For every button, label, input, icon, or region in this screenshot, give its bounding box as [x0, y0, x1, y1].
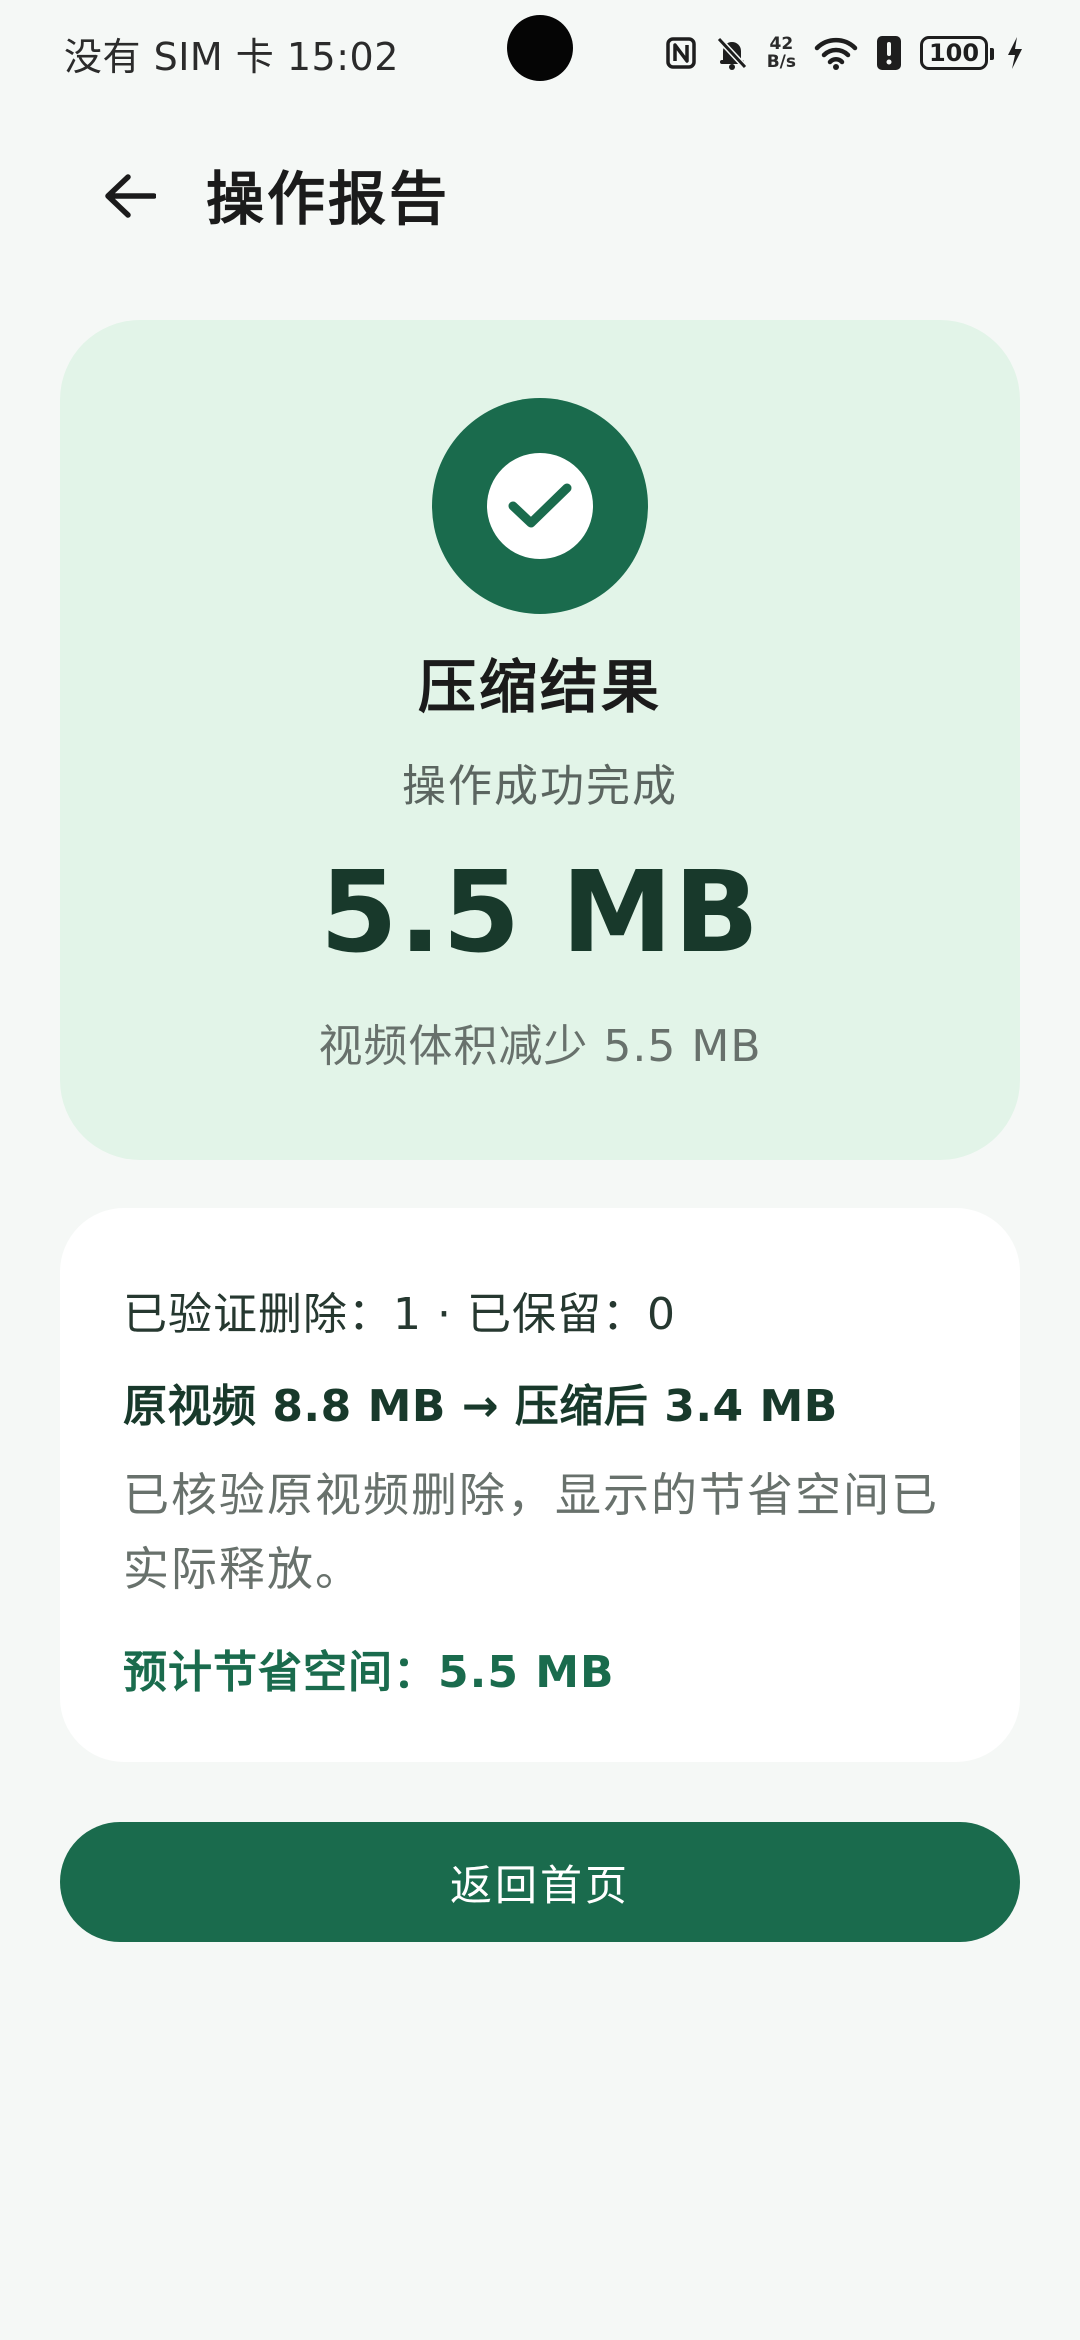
battery-level: 100	[928, 39, 980, 67]
status-bar: 没有 SIM 卡 15:02 42 B/s 100	[0, 0, 1080, 110]
page-title: 操作报告	[206, 165, 451, 233]
result-subtitle: 操作成功完成	[402, 761, 678, 812]
saved-amount: 5.5 MB	[319, 848, 761, 978]
size-comparison: 原视频 8.8 MB → 压缩后 3.4 MB	[123, 1381, 838, 1432]
net-speed-unit: B/s	[766, 52, 796, 72]
app-bar: 操作报告	[0, 140, 1080, 240]
detail-card: 已验证删除：1 · 已保留：0 原视频 8.8 MB → 压缩后 3.4 MB …	[60, 1208, 1020, 1762]
clock: 15:02	[286, 35, 399, 79]
check-circle-icon	[487, 453, 593, 559]
status-left: 没有 SIM 卡 15:02	[64, 26, 399, 81]
battery-icon: 100	[920, 36, 994, 70]
result-card: 压缩结果 操作成功完成 5.5 MB 视频体积减少 5.5 MB	[60, 320, 1020, 1160]
counts-line: 已验证删除：1 · 已保留：0	[123, 1289, 676, 1340]
bell-off-icon	[715, 35, 749, 71]
carrier-text: 没有 SIM 卡	[64, 35, 275, 79]
status-icons: 42 B/s 100	[665, 28, 1024, 78]
verification-note: 已核验原视频删除，显示的节省空间已实际释放。	[123, 1468, 939, 1596]
result-title: 压缩结果	[417, 653, 662, 721]
net-speed: 42 B/s	[767, 35, 796, 71]
success-badge	[432, 398, 648, 614]
nfc-icon	[665, 36, 697, 70]
camera-cutout	[507, 15, 573, 81]
wifi-icon	[814, 36, 858, 70]
alert-icon	[876, 35, 902, 71]
back-button[interactable]	[92, 160, 168, 236]
arrow-left-icon	[104, 174, 157, 222]
return-home-button[interactable]: 返回首页	[60, 1822, 1020, 1942]
estimated-savings: 预计节省空间：5.5 MB	[123, 1647, 615, 1698]
charging-icon	[1006, 36, 1024, 70]
net-speed-value: 42	[769, 34, 794, 54]
screen: 没有 SIM 卡 15:02 42 B/s 100 操作报告 压缩结果 操作成功…	[0, 0, 1080, 2340]
reduced-size-text: 视频体积减少 5.5 MB	[318, 1021, 762, 1072]
